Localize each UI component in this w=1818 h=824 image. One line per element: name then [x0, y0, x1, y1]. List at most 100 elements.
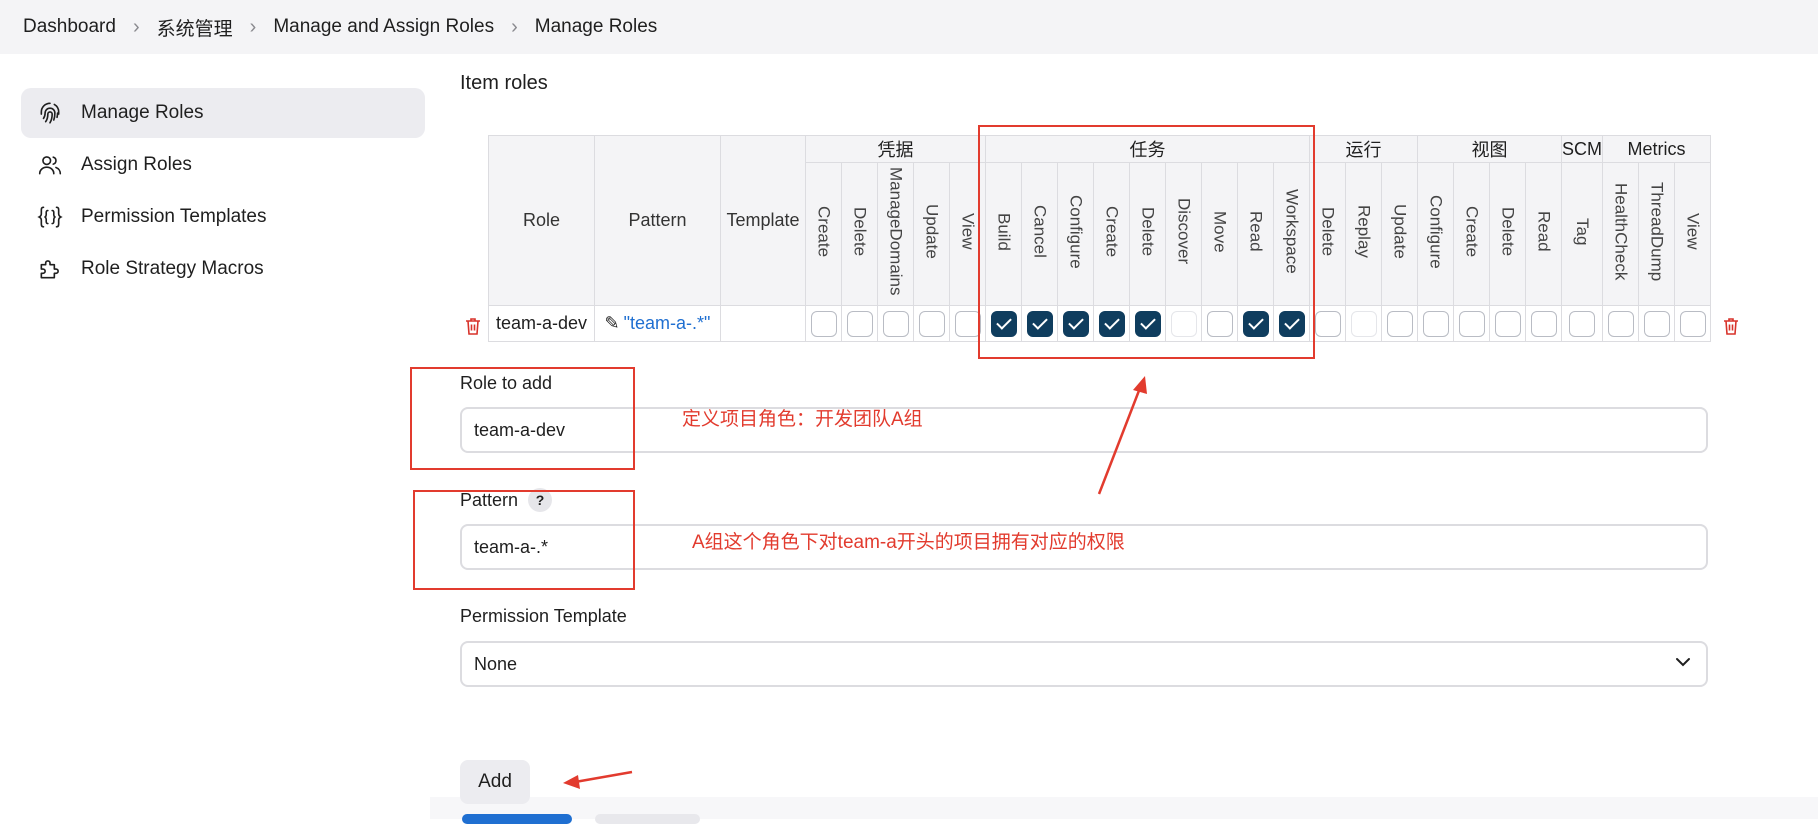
permission-group-header: 凭据: [805, 135, 986, 163]
breadcrumb-item[interactable]: Dashboard: [23, 16, 116, 38]
permission-template-label: Permission Template: [460, 606, 627, 627]
permission-group-header: 运行: [1309, 135, 1418, 163]
role-name: team-a-dev: [488, 305, 595, 342]
permission-header-label: View: [958, 213, 978, 250]
permission-cell: [913, 305, 950, 342]
permission-header: Delete: [1489, 162, 1526, 306]
permission-header-label: Create: [814, 205, 834, 258]
sidebar-item-label: Role Strategy Macros: [81, 258, 264, 279]
permission-cell: [1453, 305, 1490, 342]
annotation-box-pattern: [413, 490, 635, 590]
permission-cell: [1489, 305, 1526, 342]
permission-cell: [1602, 305, 1639, 342]
column-header-template: Template: [720, 135, 806, 306]
permission-checkbox[interactable]: [1386, 310, 1413, 337]
pattern-value: "team-a-.*": [623, 313, 711, 333]
permission-cell: [1525, 305, 1562, 342]
breadcrumb-item[interactable]: 系统管理: [157, 14, 233, 41]
permission-header-label: Delete: [1498, 206, 1518, 257]
permission-template-label-text: Permission Template: [460, 606, 627, 626]
pencil-icon: ✎: [604, 313, 620, 333]
save-button[interactable]: [462, 814, 572, 824]
permission-header-label: View: [1683, 213, 1703, 250]
permission-cell: [1381, 305, 1418, 342]
permission-header: Configure: [1417, 162, 1454, 306]
sidebar-item-role-strategy-macros[interactable]: Role Strategy Macros: [21, 244, 425, 294]
permission-header-label: Delete: [850, 206, 870, 257]
permission-header-label: Create: [1462, 205, 1482, 258]
chevron-right-icon: ›: [132, 15, 140, 38]
permission-cell: [1638, 305, 1675, 342]
permission-cell: [1345, 305, 1382, 342]
permission-header: Replay: [1345, 162, 1382, 306]
permission-header: Update: [1381, 162, 1418, 306]
permission-checkbox[interactable]: [1679, 310, 1706, 337]
pattern-link[interactable]: ✎ "team-a-.*": [594, 305, 721, 342]
permission-group-header: Metrics: [1602, 135, 1711, 163]
permission-header-label: Read: [1534, 211, 1554, 252]
permission-header-label: ThreadDump: [1647, 181, 1667, 282]
chevron-right-icon: ›: [511, 15, 518, 38]
permission-header: Delete: [841, 162, 878, 306]
permission-cell: [841, 305, 878, 342]
permission-header-label: Tag: [1573, 217, 1592, 246]
delete-role-icon[interactable]: [464, 316, 482, 341]
sidebar-item-manage-roles[interactable]: Manage Roles: [21, 88, 425, 138]
permission-header: Create: [1453, 162, 1490, 306]
permission-cell: [877, 305, 914, 342]
annotation-box-task-permissions: [978, 125, 1315, 359]
permission-checkbox[interactable]: [846, 310, 873, 337]
permission-header-label: Configure: [1426, 194, 1446, 269]
puzzle-icon: [35, 254, 65, 284]
permission-cell: [805, 305, 842, 342]
breadcrumb-item: Manage Roles: [534, 16, 658, 37]
permission-checkbox[interactable]: [1530, 310, 1557, 337]
template-cell: [720, 305, 806, 342]
permission-group-header: 视图: [1417, 135, 1562, 163]
sidebar-item-permission-templates[interactable]: Permission Templates: [21, 192, 425, 242]
permission-header-label: Update: [922, 204, 942, 259]
permission-header: HealthCheck: [1602, 162, 1639, 306]
permission-template-select[interactable]: None: [460, 641, 1708, 687]
column-header-role: Role: [488, 135, 595, 306]
permission-cell: [1674, 305, 1711, 342]
permission-template-value: None: [474, 653, 518, 674]
permission-header: Create: [805, 162, 842, 306]
permission-checkbox[interactable]: [1458, 310, 1485, 337]
permission-header: View: [1674, 162, 1711, 306]
permission-header-label: ManageDomains: [886, 167, 906, 296]
annotation-box-role-to-add: [410, 367, 635, 470]
apply-button[interactable]: [595, 814, 700, 824]
permission-checkbox[interactable]: [1569, 310, 1595, 337]
sidebar-item-assign-roles[interactable]: Assign Roles: [21, 140, 425, 190]
permission-checkbox[interactable]: [918, 310, 945, 337]
role-to-add-input[interactable]: team-a-dev: [460, 407, 1708, 453]
fingerprint-icon: [35, 98, 65, 128]
permission-checkbox[interactable]: [1350, 310, 1377, 337]
sidebar-item-label: Assign Roles: [81, 154, 192, 175]
arrow-to-add-button: [563, 770, 633, 789]
breadcrumb-item[interactable]: Manage and Assign Roles: [273, 16, 494, 38]
braces-icon: [35, 202, 65, 232]
section-title: Item roles: [460, 72, 548, 94]
permission-header-label: HealthCheck: [1611, 182, 1631, 281]
chevron-down-icon: [1674, 653, 1692, 676]
add-button[interactable]: Add: [460, 760, 530, 804]
permission-checkbox[interactable]: [1314, 310, 1341, 337]
delete-role-icon[interactable]: [1722, 316, 1740, 341]
permission-checkbox[interactable]: [882, 310, 909, 337]
sidebar-item-label: Manage Roles: [81, 102, 204, 123]
permission-checkbox[interactable]: [954, 310, 981, 337]
permission-checkbox[interactable]: [1422, 310, 1449, 337]
permission-checkbox[interactable]: [1494, 310, 1521, 337]
permission-checkbox[interactable]: [810, 310, 837, 337]
permission-checkbox[interactable]: [1643, 310, 1670, 337]
permission-header: ThreadDump: [1638, 162, 1675, 306]
permission-header: Read: [1525, 162, 1562, 306]
permission-header-label: Delete: [1318, 206, 1338, 257]
permission-header: ManageDomains: [877, 162, 914, 306]
permission-header-label: Update: [1390, 204, 1410, 259]
annotation-role-note: 定义项目角色：开发团队A组: [682, 409, 923, 430]
breadcrumb: Dashboard › 系统管理 › Manage and Assign Roles › M…: [0, 0, 1818, 54]
permission-checkbox[interactable]: [1607, 310, 1634, 337]
